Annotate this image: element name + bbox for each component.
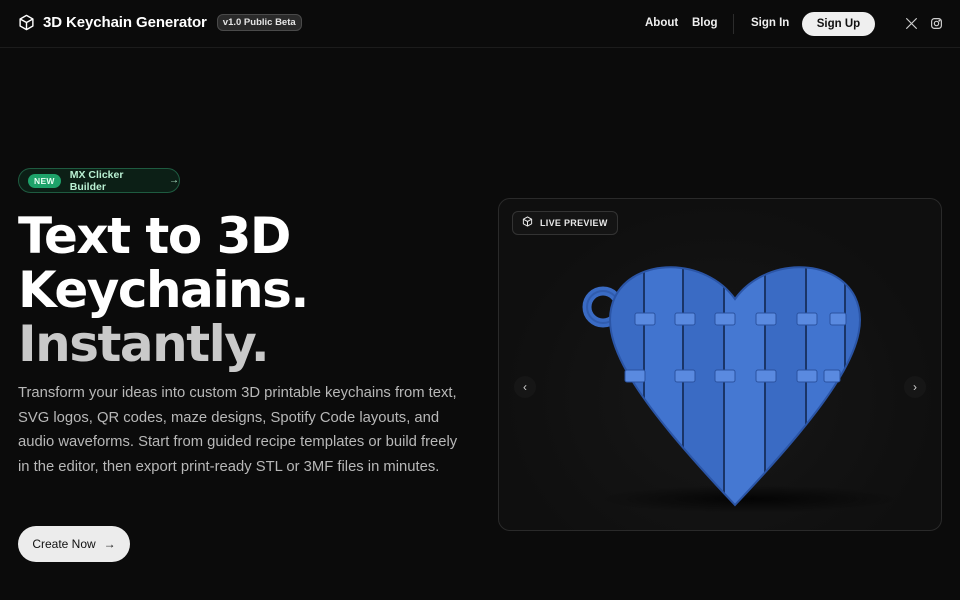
carousel-next-button[interactable]: › <box>904 376 926 398</box>
cta-label: Create Now <box>32 537 96 551</box>
create-now-button[interactable]: Create Now → <box>18 526 130 562</box>
headline-line-2: Keychains. <box>18 261 309 319</box>
headline-line-3: Instantly. <box>18 315 270 373</box>
x-icon[interactable] <box>905 17 918 30</box>
arrow-right-icon: → <box>103 537 116 551</box>
brand[interactable]: 3D Keychain Generator v1.0 Public Beta <box>18 14 302 31</box>
arrow-right-icon: → <box>169 175 179 186</box>
sign-up-button[interactable]: Sign Up <box>802 12 875 36</box>
nav-link-blog[interactable]: Blog <box>692 17 718 29</box>
top-nav: 3D Keychain Generator v1.0 Public Beta A… <box>0 0 960 48</box>
nav-divider <box>733 14 734 34</box>
keychain-model[interactable] <box>499 199 942 531</box>
version-badge: v1.0 Public Beta <box>216 14 302 31</box>
announcement-label: MX Clicker Builder <box>69 168 124 193</box>
cube-icon <box>522 214 533 232</box>
hero-description: Transform your ideas into custom 3D prin… <box>18 385 458 475</box>
chevron-right-icon: › <box>913 380 917 394</box>
new-tag: NEW <box>28 173 61 188</box>
sign-in-link[interactable]: Sign In <box>751 17 789 29</box>
instagram-icon[interactable] <box>930 17 943 30</box>
live-preview-tag: LIVE PREVIEW <box>512 211 618 235</box>
carousel-prev-button[interactable]: ‹ <box>514 376 536 398</box>
announcement-badge[interactable]: NEW MX Clicker Builder → <box>18 168 180 193</box>
chevron-left-icon: ‹ <box>523 380 527 394</box>
nav-link-about[interactable]: About <box>645 17 678 29</box>
live-preview-label: LIVE PREVIEW <box>540 218 608 228</box>
brand-name: 3D Keychain Generator <box>43 14 207 31</box>
live-preview-card[interactable]: LIVE PREVIEW ‹ › <box>498 198 942 531</box>
hero-headline: Text to 3D Keychains. Instantly. <box>18 207 309 373</box>
headline-line-1: Text to 3D <box>18 207 291 265</box>
cube-icon <box>18 14 35 31</box>
